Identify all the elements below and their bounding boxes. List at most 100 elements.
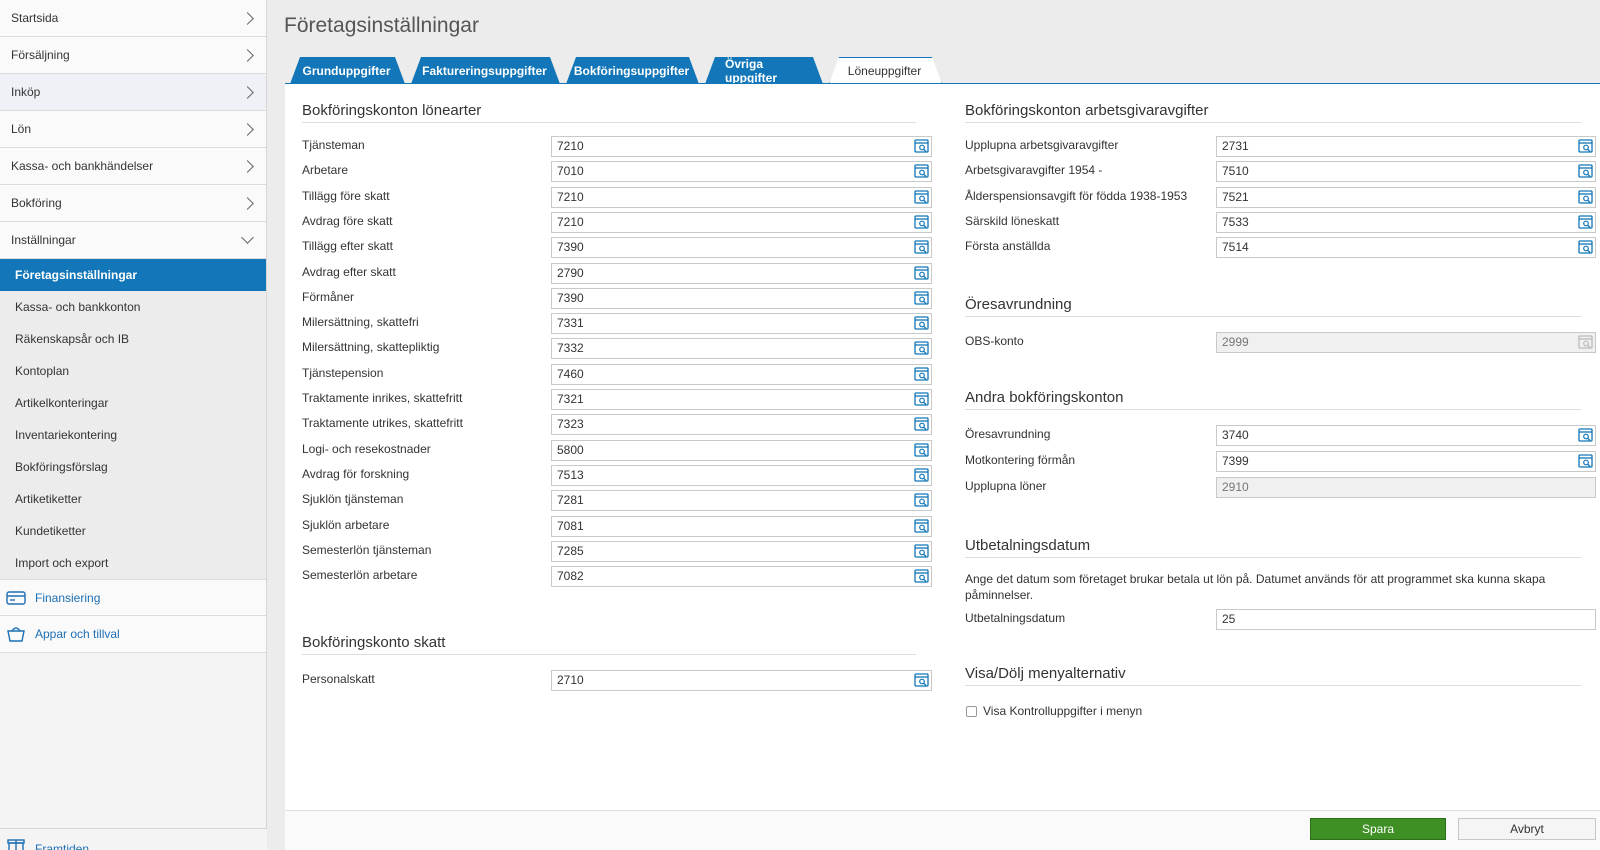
account-field[interactable]: 7332 (551, 338, 932, 360)
cancel-button[interactable]: Avbryt (1458, 818, 1596, 840)
account-field[interactable]: 7510 (1216, 161, 1596, 183)
section-title-skatt: Bokföringskonto skatt (302, 634, 916, 655)
payout-date-field[interactable]: 25 (1216, 609, 1596, 630)
nav-item-forsaljning[interactable]: Försäljning (0, 37, 266, 74)
account-field[interactable]: 7321 (551, 389, 932, 410)
account-field[interactable]: 7521 (1216, 186, 1596, 208)
lookup-icon[interactable] (914, 215, 929, 230)
account-field[interactable]: 7285 (551, 540, 932, 562)
lookup-icon[interactable] (1578, 454, 1593, 469)
lookup-icon[interactable] (914, 189, 929, 205)
field-label: Avdrag för forskning (302, 466, 410, 481)
account-field[interactable]: 7533 (1216, 211, 1596, 233)
account-field[interactable]: 2731 (1216, 136, 1596, 157)
account-field[interactable]: 7331 (551, 313, 932, 335)
account-field[interactable]: 7210 (551, 136, 932, 157)
account-field[interactable]: 7390 (551, 287, 932, 309)
lookup-icon[interactable] (914, 139, 929, 154)
account-field[interactable]: 7082 (551, 566, 932, 588)
sub-item-artikelkonteringar[interactable]: Artikelkonteringar (0, 387, 266, 419)
lookup-icon[interactable] (914, 468, 929, 483)
lookup-icon[interactable] (1578, 164, 1593, 179)
tab-loneuppgifter[interactable]: Löneuppgifter (829, 57, 942, 84)
sub-item-artiketiketter[interactable]: Artiketiketter (0, 483, 266, 515)
nav-item-finansiering[interactable]: Finansiering (0, 579, 266, 616)
field-label: Avdrag före skatt (302, 213, 393, 228)
field-value: 7081 (557, 518, 584, 533)
account-field[interactable]: 7210 (551, 211, 932, 233)
lookup-icon[interactable] (914, 673, 929, 688)
field-label: Tillägg före skatt (302, 188, 390, 203)
account-field-motkontering[interactable]: 7399 (1216, 451, 1596, 472)
account-field[interactable]: 7514 (1216, 237, 1596, 259)
sub-item-rakenskapsar[interactable]: Räkenskapsår och IB (0, 323, 266, 355)
tab-bokforingsuppgifter[interactable]: Bokföringsuppgifter (566, 57, 699, 84)
field-value: 2999 (1222, 335, 1249, 349)
sub-item-kontoplan[interactable]: Kontoplan (0, 355, 266, 387)
chevron-right-icon (241, 48, 254, 62)
tab-ovriga-uppgifter[interactable]: Övriga uppgifter (705, 57, 823, 84)
lookup-icon[interactable] (1578, 428, 1593, 443)
nav-item-appar[interactable]: Appar och tillval (0, 616, 266, 653)
field-value: 7210 (557, 189, 584, 204)
chevron-right-icon (241, 159, 254, 173)
field-value: 7390 (557, 290, 584, 305)
lookup-icon[interactable] (1578, 139, 1593, 154)
account-field[interactable]: 5800 (551, 439, 932, 461)
lookup-icon[interactable] (914, 392, 929, 407)
account-field[interactable]: 2790 (551, 262, 932, 284)
tab-grunduppgifter[interactable]: Grunduppgifter (290, 57, 405, 84)
lookup-icon[interactable] (914, 164, 929, 179)
lookup-icon[interactable] (914, 544, 929, 559)
nav-item-lon[interactable]: Lön (0, 111, 266, 148)
lookup-icon[interactable] (914, 240, 929, 255)
sub-item-inventariekontering[interactable]: Inventariekontering (0, 419, 266, 451)
field-value: 5800 (557, 442, 584, 457)
nav-item-startsida[interactable]: Startsida (0, 0, 266, 37)
lookup-icon[interactable] (914, 493, 929, 508)
field-value: 2790 (557, 265, 584, 280)
nav-label: Bokföring (11, 196, 62, 210)
nav-item-installningar[interactable]: Inställningar (0, 222, 266, 259)
section-title-arbetsgivaravgifter: Bokföringskonton arbetsgivaravgifter (965, 102, 1581, 123)
nav-item-inkop[interactable]: Inköp (0, 74, 266, 111)
lookup-icon[interactable] (914, 367, 929, 382)
tab-faktureringsuppgifter[interactable]: Faktureringsuppgifter (411, 57, 560, 84)
account-field[interactable]: 7460 (551, 363, 932, 385)
lookup-icon[interactable] (914, 265, 929, 281)
account-field[interactable]: 7010 (551, 161, 932, 183)
account-field[interactable]: 7323 (551, 414, 932, 436)
account-field[interactable]: 7210 (551, 186, 932, 208)
lookup-icon[interactable] (914, 417, 929, 432)
nav-label: Kassa- och bankhändelser (11, 159, 154, 173)
sub-item-bokforingsforslag[interactable]: Bokföringsförslag (0, 451, 266, 483)
account-field[interactable]: 7081 (551, 515, 932, 537)
lookup-icon[interactable] (1578, 189, 1593, 205)
lookup-icon[interactable] (914, 442, 929, 458)
nav-item-framtiden[interactable]: Framtiden (0, 828, 267, 850)
sub-item-kundetiketter[interactable]: Kundetiketter (0, 515, 266, 547)
field-value: 7210 (557, 139, 584, 153)
kontrolluppgifter-checkbox[interactable] (966, 706, 977, 717)
sub-item-foretagsinstallningar[interactable]: Företagsinställningar (0, 259, 266, 291)
account-field[interactable]: 7281 (551, 490, 932, 512)
sub-item-import-export[interactable]: Import och export (0, 547, 266, 579)
lookup-icon[interactable] (914, 518, 929, 534)
field-value: 2710 (557, 673, 584, 687)
lookup-icon[interactable] (914, 569, 929, 584)
save-button[interactable]: Spara (1310, 818, 1446, 840)
nav-item-bokforing[interactable]: Bokföring (0, 185, 266, 222)
sub-item-kassa-bankkonton[interactable]: Kassa- och bankkonton (0, 291, 266, 323)
account-field-oresavrundning[interactable]: 3740 (1216, 425, 1596, 446)
section-title-oresavrundning: Öresavrundning (965, 296, 1581, 317)
lookup-icon[interactable] (1578, 215, 1593, 230)
nav-item-kassa-bank[interactable]: Kassa- och bankhändelser (0, 148, 266, 185)
lookup-icon[interactable] (1578, 240, 1593, 255)
lookup-icon[interactable] (914, 316, 929, 331)
account-field[interactable]: 7390 (551, 237, 932, 259)
account-field-personalskatt[interactable]: 2710 (551, 670, 932, 691)
lookup-icon[interactable] (914, 291, 929, 306)
lookup-icon[interactable] (914, 341, 929, 356)
account-field[interactable]: 7513 (551, 464, 932, 486)
credit-card-icon (5, 587, 27, 609)
